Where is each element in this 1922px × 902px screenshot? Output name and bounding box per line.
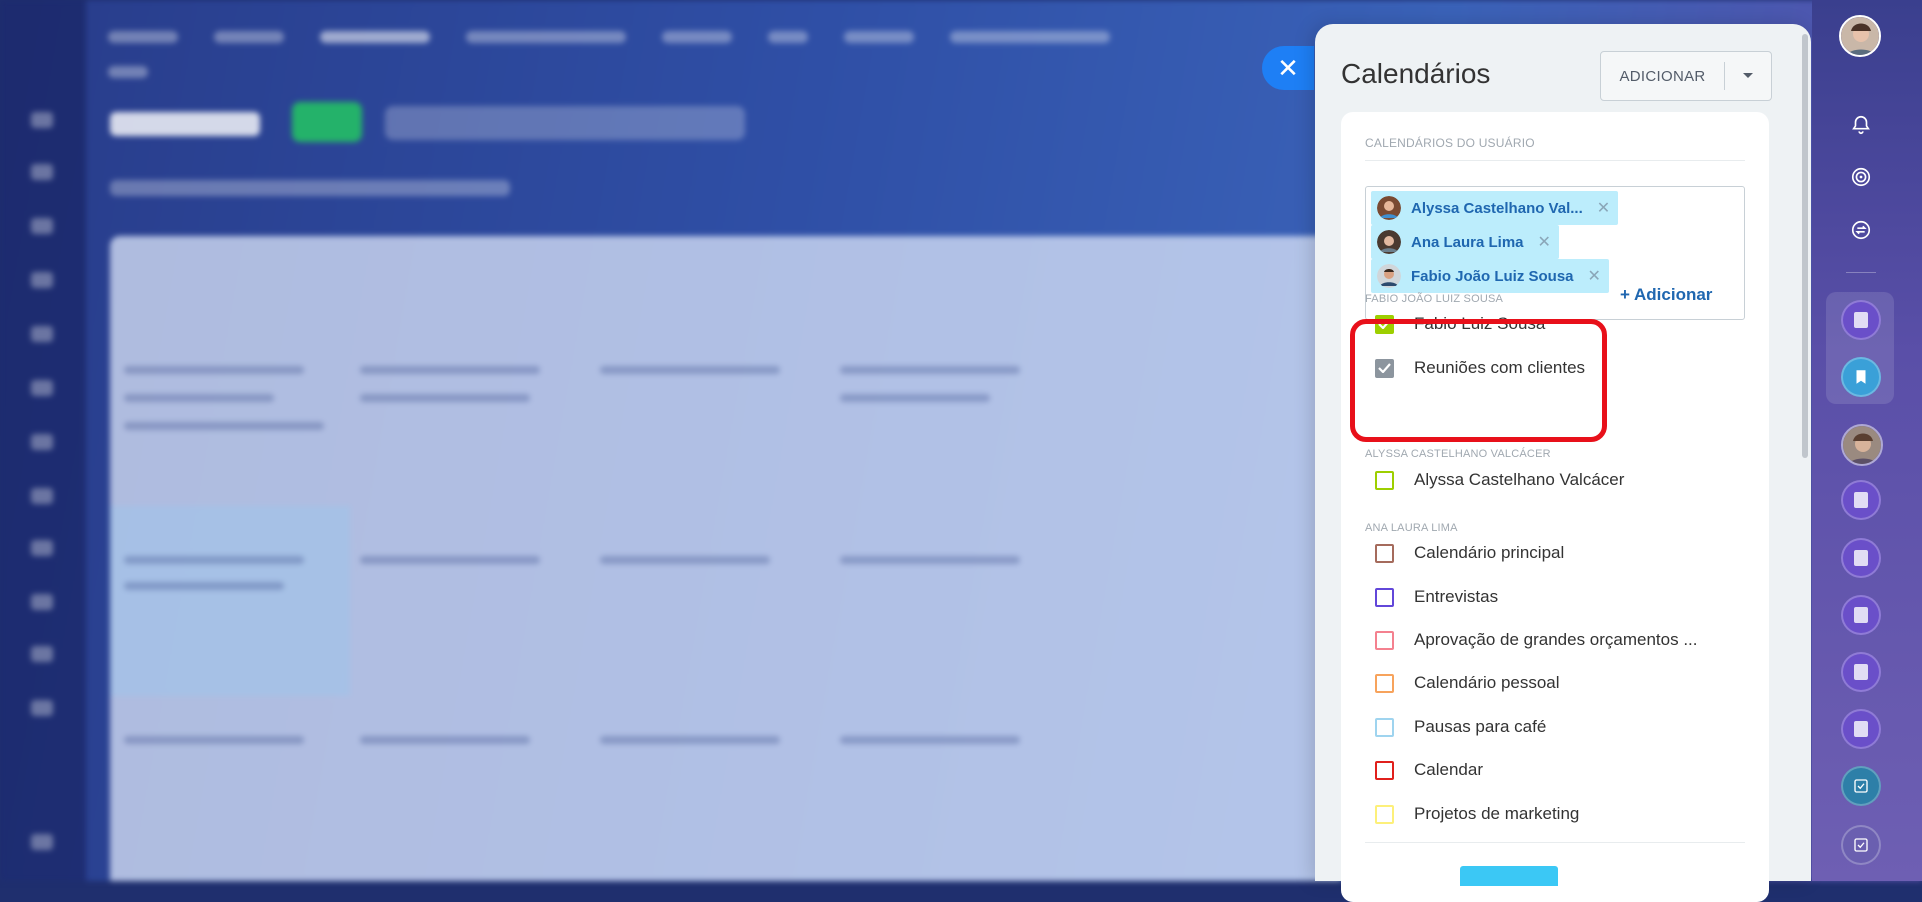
checklist-icon [1854,838,1868,852]
avatar [1377,196,1401,220]
avatar[interactable] [1839,15,1881,57]
calendar-checkbox[interactable] [1375,358,1394,378]
chevron-down-icon [1743,73,1753,78]
user-tag-name: Fabio João Luiz Sousa [1411,267,1574,285]
close-icon: ✕ [1277,52,1299,83]
calendar-label: Pausas para café [1414,717,1547,736]
background-left-menu [0,0,86,881]
remove-user-icon[interactable]: ✕ [1538,232,1551,252]
calendars-card: CALENDÁRIOS DO USUÁRIO Alyssa Castelhano… [1341,112,1769,902]
calendar-label: Calendar [1414,760,1483,779]
calendar-checkbox[interactable] [1375,314,1394,334]
group-header: FABIO JOÃO LUIZ SOUSA [1365,293,1504,305]
panel-scrollbar[interactable] [1802,34,1808,458]
checklist-icon [1854,779,1868,793]
calendar-item[interactable]: Entrevistas [1365,584,1498,610]
calendar-item[interactable]: Alyssa Castelhano Valcácer [1365,467,1624,493]
tasks-button[interactable] [1841,766,1881,806]
rail-app-button[interactable] [1841,300,1881,340]
calendar-checkbox[interactable] [1375,804,1394,824]
calendar-label: Calendário pessoal [1414,673,1560,692]
bookmark-button[interactable] [1841,357,1881,397]
calendar-checkbox[interactable] [1375,760,1394,780]
rail-app-button[interactable] [1841,652,1881,692]
background-search [385,106,745,140]
user-calendars-header: CALENDÁRIOS DO USUÁRIO [1365,136,1535,150]
add-user-link[interactable]: + Adicionar [1620,285,1712,305]
calendar-item[interactable]: Projetos de marketing [1365,801,1579,827]
background-toolbar [110,180,510,196]
sync-icon [1851,220,1871,240]
user-tag: Alyssa Castelhano Val... ✕ [1371,191,1619,225]
add-split-button: ADICIONAR [1600,51,1772,101]
calendar-item[interactable]: Aprovação de grandes orçamentos ... [1365,627,1698,653]
bell-icon [1852,115,1870,135]
calendar-checkbox[interactable] [1375,673,1394,693]
calendar-item[interactable]: Reuniões com clientes [1365,355,1585,381]
add-dropdown-button[interactable] [1725,52,1771,100]
tasks-button[interactable] [1841,825,1881,865]
rail-app-button[interactable] [1841,480,1881,520]
target-icon [1851,167,1871,187]
target-button[interactable] [1842,158,1880,196]
rail-app-button[interactable] [1841,709,1881,749]
remove-user-icon[interactable]: ✕ [1588,266,1601,286]
background-calendar-grid [110,236,1340,881]
calendar-item[interactable]: Calendário principal [1365,540,1564,566]
background-top-nav [90,22,1190,78]
calendar-checkbox[interactable] [1375,630,1394,650]
calendar-item[interactable]: Pausas para café [1365,714,1546,740]
user-tag-name: Ana Laura Lima [1411,233,1524,251]
calendar-checkbox[interactable] [1375,543,1394,563]
bookmark-icon [1856,370,1866,384]
calendar-label: Alyssa Castelhano Valcácer [1414,470,1625,489]
avatar [1377,230,1401,254]
calendar-label: Aprovação de grandes orçamentos ... [1414,630,1698,649]
close-panel-button[interactable]: ✕ [1262,46,1314,90]
checkmark-icon [1378,319,1391,329]
notifications-button[interactable] [1842,106,1880,144]
panel-title: Calendários [1341,58,1491,89]
calendar-item[interactable]: Calendar [1365,757,1483,783]
calendar-label: Calendário principal [1414,543,1565,562]
avatar [1377,264,1401,288]
user-tag: Ana Laura Lima ✕ [1371,225,1559,259]
group-header: ALYSSA CASTELHANO VALCÁCER [1365,448,1551,460]
rail-app-button[interactable] [1841,595,1881,635]
calendar-label: Projetos de marketing [1414,804,1580,823]
save-button[interactable] [1460,866,1558,886]
user-tag: Fabio João Luiz Sousa ✕ [1371,259,1609,293]
right-rail [1812,0,1922,881]
calendar-item[interactable]: Fabio Luiz Sousa [1365,311,1545,337]
calendar-label: Fabio Luiz Sousa [1414,314,1546,333]
calendars-panel: Calendários ADICIONAR CALENDÁRIOS DO USU… [1315,24,1811,902]
checkmark-icon [1378,363,1391,373]
calendar-checkbox[interactable] [1375,717,1394,737]
avatar[interactable] [1841,424,1883,466]
rail-app-button[interactable] [1841,538,1881,578]
add-button[interactable]: ADICIONAR [1601,52,1724,100]
sync-button[interactable] [1842,211,1880,249]
calendar-label: Reuniões com clientes [1414,358,1586,377]
remove-user-icon[interactable]: ✕ [1597,198,1610,218]
calendar-checkbox[interactable] [1375,470,1394,490]
calendar-checkbox[interactable] [1375,587,1394,607]
background-page-title [110,112,260,136]
calendar-item[interactable]: Calendário pessoal [1365,670,1560,696]
user-tag-name: Alyssa Castelhano Val... [1411,199,1583,217]
background-new-button [292,102,362,142]
group-header: ANA LAURA LIMA [1365,522,1458,534]
calendar-label: Entrevistas [1414,587,1499,606]
